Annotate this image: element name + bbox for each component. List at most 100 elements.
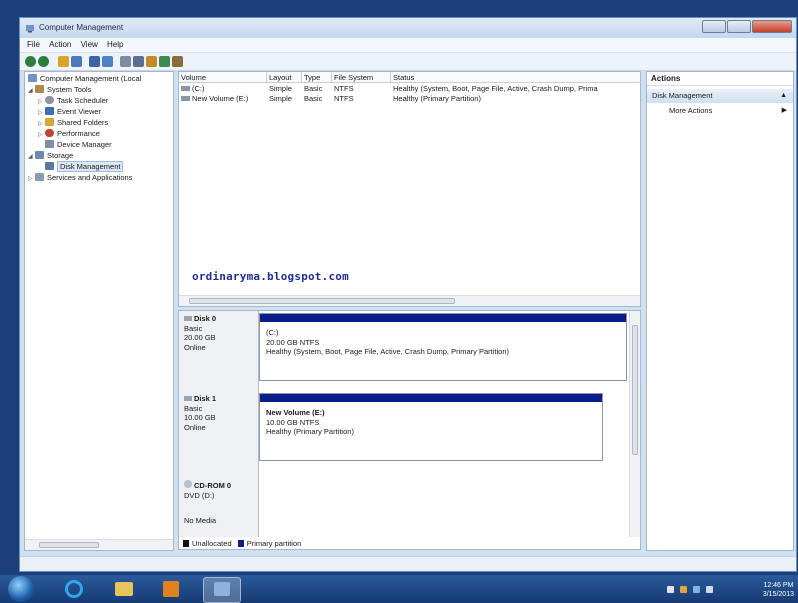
tree-item-shared-folders[interactable]: ▷ Shared Folders: [38, 118, 108, 129]
taskbar-computer-management[interactable]: [203, 577, 241, 603]
toolbar: [20, 53, 796, 71]
forward-icon[interactable]: [38, 56, 49, 67]
close-button[interactable]: [752, 20, 792, 33]
cd-drive-icon: [184, 480, 192, 488]
menu-bar: File Action View Help: [20, 38, 796, 53]
show-hidden-icons-icon[interactable]: [667, 586, 674, 593]
tree-item-system-tools[interactable]: ◢ System Tools: [28, 85, 91, 96]
hard-disk-icon: [184, 396, 192, 401]
column-header-file-system[interactable]: File System: [332, 72, 391, 83]
maximize-button[interactable]: [727, 20, 751, 33]
partition-bar: [260, 394, 602, 402]
network-icon[interactable]: [693, 586, 700, 593]
collapse-arrow-icon[interactable]: ▷: [38, 119, 45, 129]
shared-folder-icon: [45, 118, 54, 126]
scrollbar-thumb[interactable]: [189, 298, 455, 304]
taskbar-internet-explorer[interactable]: [56, 577, 92, 601]
scrollbar-thumb[interactable]: [39, 542, 99, 548]
folder-icon: [115, 582, 133, 596]
tree-item-services[interactable]: ▷ Services and Applications: [28, 173, 132, 184]
volume-icon[interactable]: [706, 586, 713, 593]
drive-icon: [181, 86, 190, 91]
menu-view[interactable]: View: [81, 40, 98, 49]
hard-disk-icon: [184, 316, 192, 321]
clock-icon: [45, 96, 54, 104]
cdrom-0-label[interactable]: CD-ROM 0 DVD (D:) No Media: [179, 471, 259, 537]
title-bar[interactable]: Computer Management: [20, 18, 796, 38]
outlook-icon: [163, 581, 179, 597]
console-tree: Computer Management (Local ◢ System Tools…: [24, 71, 174, 551]
computer-management-icon: [26, 25, 34, 33]
folder-icon[interactable]: [146, 56, 157, 67]
services-icon: [35, 173, 44, 181]
partition-e[interactable]: New Volume (E:) 10.00 GB NTFS Healthy (P…: [259, 393, 603, 461]
collapse-arrow-icon[interactable]: ▷: [38, 97, 45, 107]
column-header-layout[interactable]: Layout: [267, 72, 302, 83]
actions-section-disk-management[interactable]: Disk Management ▲: [647, 89, 793, 103]
storage-icon: [35, 151, 44, 159]
taskbar-outlook[interactable]: [153, 577, 189, 601]
system-clock[interactable]: 12:46 PM 3/15/2013: [763, 581, 794, 599]
taskbar-explorer[interactable]: [106, 577, 142, 601]
menu-file[interactable]: File: [27, 40, 40, 49]
status-bar: [20, 556, 796, 571]
expand-arrow-icon[interactable]: ◢: [28, 86, 35, 96]
start-button[interactable]: [8, 576, 34, 602]
actions-header: Actions: [647, 72, 793, 86]
collapse-arrow-icon[interactable]: ▷: [28, 174, 35, 184]
properties-icon[interactable]: [102, 56, 113, 67]
disk-map: Disk 0 Basic 20.00 GB Online (C:) 20.00 …: [178, 310, 641, 550]
computer-management-icon: [214, 582, 230, 596]
check-disk-icon[interactable]: [159, 56, 170, 67]
tree-horizontal-scrollbar[interactable]: [25, 539, 173, 550]
primary-partition-swatch: [237, 540, 244, 547]
tools-icon: [35, 85, 44, 93]
unallocated-swatch: [183, 540, 189, 547]
performance-icon: [45, 129, 54, 137]
column-header-type[interactable]: Type: [302, 72, 332, 83]
wizard-icon[interactable]: [172, 56, 183, 67]
column-header-volume[interactable]: Volume: [179, 72, 267, 83]
menu-action[interactable]: Action: [49, 40, 71, 49]
event-viewer-icon: [45, 107, 54, 115]
back-icon[interactable]: [25, 56, 36, 67]
computer-icon: [28, 74, 37, 82]
refresh-icon[interactable]: [120, 56, 131, 67]
tree-item-event-viewer[interactable]: ▷ Event Viewer: [38, 107, 101, 118]
tree-item-root[interactable]: Computer Management (Local: [28, 74, 141, 84]
window-title: Computer Management: [39, 23, 124, 32]
minimize-button[interactable]: [702, 20, 726, 33]
disk-1-label[interactable]: Disk 1 Basic 10.00 GB Online: [179, 391, 259, 471]
actions-pane: Actions Disk Management ▲ More Actions ▶: [646, 71, 794, 551]
up-folder-icon[interactable]: [58, 56, 69, 67]
submenu-arrow-icon: ▶: [781, 107, 787, 114]
tree-item-performance[interactable]: ▷ Performance: [38, 129, 100, 140]
taskbar: 12:46 PM 3/15/2013: [0, 575, 798, 603]
partition-bar: [260, 314, 626, 322]
disk-legend: Unallocated Primary partition: [183, 539, 301, 548]
collapse-arrow-icon[interactable]: ▷: [38, 130, 45, 140]
show-hide-tree-icon[interactable]: [71, 56, 82, 67]
drive-icon: [181, 96, 190, 101]
expand-arrow-icon[interactable]: ◢: [28, 152, 35, 162]
help-icon[interactable]: [89, 56, 100, 67]
column-header-status[interactable]: Status: [391, 72, 640, 83]
disk-icon[interactable]: [133, 56, 144, 67]
volume-list: Volume Layout Type File System Status (C…: [178, 71, 641, 307]
collapse-up-arrow-icon[interactable]: ▲: [780, 89, 787, 103]
action-center-icon[interactable]: [680, 586, 687, 593]
disk-map-vertical-scrollbar[interactable]: [629, 311, 640, 537]
disk-management-icon: [45, 162, 54, 170]
scrollbar-thumb[interactable]: [632, 325, 638, 455]
computer-management-window: Computer Management File Action View Hel…: [19, 17, 797, 572]
disk-0-label[interactable]: Disk 0 Basic 20.00 GB Online: [179, 311, 259, 391]
tree-item-disk-management[interactable]: Disk Management: [45, 161, 124, 172]
more-actions-item[interactable]: More Actions: [669, 106, 712, 115]
tree-item-device-manager[interactable]: Device Manager: [45, 140, 112, 150]
tree-item-task-scheduler[interactable]: ▷ Task Scheduler: [38, 96, 108, 107]
volume-list-horizontal-scrollbar[interactable]: [179, 295, 640, 306]
menu-help[interactable]: Help: [107, 40, 123, 49]
collapse-arrow-icon[interactable]: ▷: [38, 108, 45, 118]
partition-c[interactable]: (C:) 20.00 GB NTFS Healthy (System, Boot…: [259, 313, 627, 381]
watermark-text: ordinaryma.blogspot.com: [192, 270, 349, 283]
